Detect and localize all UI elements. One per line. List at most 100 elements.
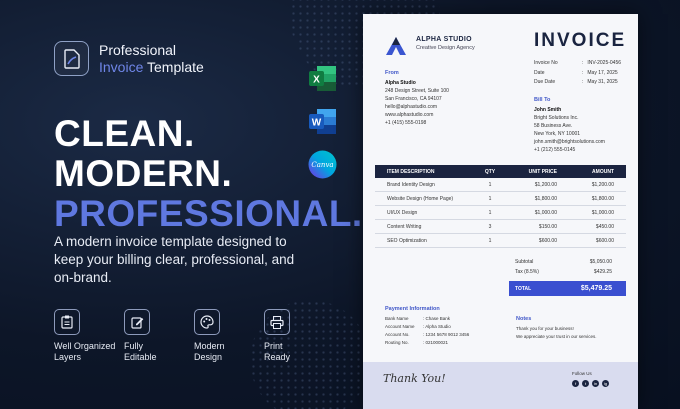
cell: $1,200.00	[534, 181, 557, 188]
brand-accent: Invoice	[99, 58, 144, 75]
total-row: TOTAL $5,479.25	[509, 281, 626, 296]
table-row: UI/UX Design 1 $1,000.00 $1,000.00	[375, 206, 626, 220]
total-label: TOTAL	[515, 285, 532, 292]
column-header: AMOUNT	[592, 168, 614, 175]
cell: Website Design (Home Page)	[387, 195, 454, 202]
clipboard-icon	[54, 309, 80, 335]
notes-heading: Notes	[516, 316, 532, 322]
feature-item: Well Organized Layers	[54, 309, 124, 363]
svg-text:Canva: Canva	[311, 161, 333, 169]
brand-line2: Template	[147, 58, 204, 75]
payment-value: Chase Bank	[425, 316, 451, 321]
bill-to-line: +1 (212) 555-0145	[534, 147, 576, 153]
payment-key: Routing No.	[385, 340, 409, 345]
bill-to-heading: Bill To	[534, 97, 551, 103]
tax-label: Tax (8.5%)	[515, 269, 539, 275]
invoice-title: INVOICE	[534, 30, 627, 51]
cell: $150.00	[538, 223, 557, 230]
from-line: hello@alphastudio.com	[385, 104, 438, 110]
subtotal-row: Subtotal $5,050.00	[509, 257, 626, 267]
from-line: +1 (415) 555-0198	[385, 120, 427, 126]
cell: 1	[488, 181, 492, 188]
table-row: Website Design (Home Page) 1 $1,800.00 $…	[375, 192, 626, 206]
cell: UI/UX Design	[387, 209, 418, 216]
meta-value: INV-2025-0456	[587, 60, 622, 66]
from-heading: From	[385, 70, 399, 76]
brand-line1: Professional	[99, 41, 177, 58]
notes-block: Notes Thank you for your business! We ap…	[516, 316, 626, 341]
table-row: Content Writing 3 $150.00 $450.00	[375, 220, 626, 234]
column-header: ITEM DESCRIPTION	[387, 168, 435, 175]
invoice-meta: Invoice No: INV-2025-0456 Date: May 17, 20…	[534, 59, 621, 88]
payment-info: Payment Information Bank Name: Chase Ban…	[385, 306, 470, 345]
column-header: UNIT PRICE	[528, 168, 557, 175]
cell: $600.00	[595, 237, 614, 244]
canva-icon: Canva	[308, 150, 337, 179]
feature-label: Editable	[124, 352, 157, 362]
headline-line3: PROFESSIONAL.	[54, 193, 363, 234]
feature-item: Fully Editable	[124, 309, 194, 363]
notes-line: We appreciate your trust in our services…	[516, 334, 597, 339]
twitter-icon: t	[582, 380, 589, 387]
meta-value: May 17, 2025	[587, 69, 618, 76]
table-row: SEO Optimization 1 $600.00 $600.00	[375, 234, 626, 248]
cell: Content Writing	[387, 223, 422, 230]
feature-label: Layers	[54, 352, 82, 362]
feature-label: Well Organized	[54, 341, 116, 351]
feature-label: Print	[264, 341, 283, 351]
feature-item: Modern Design	[194, 309, 264, 363]
table-row: Brand Identity Design 1 $1,200.00 $1,200…	[375, 178, 626, 192]
edit-icon	[124, 309, 150, 335]
tagline: A modern invoice template designed to ke…	[54, 234, 295, 285]
table-header: ITEM DESCRIPTION QTY UNIT PRICE AMOUNT	[375, 165, 626, 178]
cell: Brand Identity Design	[387, 181, 435, 188]
cell: 3	[488, 223, 492, 230]
facebook-icon: f	[572, 380, 579, 387]
column-header: QTY	[484, 168, 496, 175]
social-links: f t in ig	[572, 380, 612, 387]
brand-title: Professional Invoice Template	[99, 42, 204, 76]
cell: SEO Optimization	[387, 237, 427, 244]
instagram-icon: ig	[602, 380, 609, 387]
excel-icon: X	[308, 64, 337, 93]
studio-name: ALPHA STUDIO	[416, 36, 472, 43]
totals-block: Subtotal $5,050.00 Tax (8.5%) $429.25 TOTA…	[509, 257, 626, 296]
from-block: From Alpha Studio 248 Design Street, Sui…	[385, 70, 449, 127]
document-logo-icon	[54, 41, 89, 76]
bill-to-name: John Smith	[534, 107, 562, 113]
cell: 1	[488, 237, 492, 244]
from-line: 248 Design Street, Suite 100	[385, 88, 449, 94]
meta-key: Date	[534, 69, 545, 76]
bill-to-line: 58 Business Ave.	[534, 123, 573, 129]
cell: 1	[488, 195, 492, 202]
from-line: San Francisco, CA 94107	[385, 96, 442, 102]
payment-value: 021000021	[425, 340, 449, 345]
feature-label: Design	[194, 352, 223, 362]
feature-label: Fully	[124, 341, 144, 351]
meta-key: Due Date	[534, 79, 556, 85]
feature-list: Well Organized Layers Fully Editable Moder…	[54, 309, 334, 363]
cell: $1,800.00	[534, 195, 557, 202]
cell: $1,000.00	[534, 209, 557, 216]
cell: 1	[488, 209, 492, 216]
payment-value: Alpha Studio	[425, 324, 451, 329]
bill-to-line: john.smith@brightsolutions.com	[534, 139, 605, 145]
payment-heading: Payment Information	[385, 306, 440, 312]
bill-to-line: Bright Solutions Inc.	[534, 115, 579, 121]
invoice-preview: ALPHA STUDIO Creative Design Agency INVO…	[363, 14, 638, 409]
payment-key: Account Name	[385, 324, 415, 329]
word-icon: W	[308, 107, 337, 136]
palette-icon	[194, 309, 220, 335]
notes-line: Thank you for your business!	[516, 326, 574, 331]
svg-text:X: X	[313, 75, 320, 86]
payment-key: Bank Name	[385, 316, 409, 321]
tax-value: $429.25	[593, 269, 612, 275]
meta-value: May 31, 2025	[587, 79, 618, 85]
signature: Thank You!	[383, 372, 446, 385]
subtotal-value: $5,050.00	[589, 259, 612, 265]
cell: $450.00	[595, 223, 614, 230]
feature-label: Modern	[194, 341, 225, 351]
meta-key: Invoice No	[534, 60, 558, 66]
brand-header: Professional Invoice Template	[54, 41, 204, 76]
svg-text:W: W	[312, 118, 322, 129]
